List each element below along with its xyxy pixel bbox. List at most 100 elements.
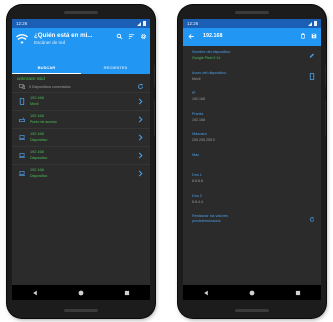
system-nav-bar — [12, 285, 150, 300]
detail-value: 8.8.8.8 — [192, 179, 203, 183]
device-list-item[interactable]: 192.168 Móvil — [12, 92, 150, 110]
app-bar: ¿Quién está en mi... Escáner de red BUSC… — [12, 28, 150, 74]
chevron-right-icon — [138, 116, 143, 123]
detail-label: Puerta — [192, 111, 204, 116]
phone-scan-screen: 12:26 ¿Quién está en mi... Escáner de re… — [7, 5, 155, 318]
chevron-right-icon — [138, 134, 143, 141]
app-bar: 192.168 — [183, 28, 321, 46]
detail-label: Nombre del dispositivo — [192, 50, 231, 54]
device-type: Dispositivo — [30, 156, 48, 160]
detail-gateway: Puerta 192.168 — [183, 108, 321, 129]
phone-detail-screen: 12:26 192.168 Nombre del dispositivo Goo… — [178, 5, 326, 318]
delete-icon[interactable] — [300, 33, 306, 39]
laptop-icon — [19, 153, 25, 158]
status-icons — [137, 21, 146, 26]
device-type: Dispositivo — [30, 174, 48, 178]
status-time: 12:26 — [187, 21, 199, 26]
app-subtitle: Escáner de red — [34, 40, 66, 45]
detail-mac: Mac — [183, 149, 321, 170]
tab-bar: BUSCAR RECIENTES — [12, 62, 150, 74]
detail-device-name[interactable]: Nombre del dispositivo Google Pixel 3 XL — [183, 46, 321, 67]
recents-nav-icon[interactable] — [295, 290, 301, 296]
device-type: Móvil — [30, 102, 39, 106]
device-type: Punto de acceso — [30, 120, 57, 124]
chevron-right-icon — [138, 152, 143, 159]
volume-button — [154, 100, 155, 136]
edit-icon[interactable] — [309, 52, 315, 59]
detail-label: Dns 2 — [192, 193, 202, 198]
detail-dns1: Dns 1 8.8.8.8 — [183, 169, 321, 190]
detail-value: 192.168 — [192, 117, 205, 122]
home-nav-icon[interactable] — [78, 290, 84, 296]
device-ip: 192.168 — [30, 168, 44, 172]
app-bar-actions — [300, 33, 317, 39]
detail-label: Mac — [192, 152, 200, 157]
device-ip: 192.168 — [30, 96, 44, 100]
device-list-item[interactable]: 192.168 Dispositivo — [12, 128, 150, 146]
device-list-item[interactable]: 192.168 Dispositivo — [12, 146, 150, 164]
device-ip: 192.168 — [30, 132, 44, 136]
back-nav-icon[interactable] — [203, 290, 209, 296]
detail-device-icon[interactable]: Icono del dispositivo Móvil — [183, 67, 321, 88]
router-icon — [19, 117, 25, 122]
detail-value: 192.168 — [192, 97, 205, 101]
device-title: 192.168 — [203, 33, 223, 39]
screen: 12:26 192.168 Nombre del dispositivo Goo… — [183, 19, 321, 300]
detail-value: Google Pixel 3 XL — [192, 56, 221, 60]
earpiece — [64, 11, 98, 14]
earpiece — [235, 11, 269, 14]
device-ip: 192.168 — [30, 150, 44, 154]
chevron-right-icon — [138, 98, 143, 105]
device-list-item[interactable]: 192.168 Punto de acceso — [12, 110, 150, 128]
phone-icon[interactable] — [309, 72, 315, 80]
bottom-speaker — [235, 309, 269, 312]
volume-button — [325, 100, 326, 136]
device-ip: 192.168 — [30, 114, 44, 118]
laptop-icon — [19, 135, 25, 140]
restore-defaults-row[interactable]: Restaurar los valores predeterminados — [183, 210, 321, 231]
detail-label: Restaurar los valores predeterminados — [192, 214, 228, 223]
network-summary: unknown ssid 5 Dispositivos conectados — [12, 74, 150, 92]
refresh-icon[interactable] — [137, 83, 144, 90]
detail-label: Máscara — [192, 132, 207, 136]
recents-nav-icon[interactable] — [124, 290, 130, 296]
detail-label: Dns 1 — [192, 173, 202, 177]
power-button — [325, 65, 326, 87]
wifi-icon — [16, 34, 28, 44]
save-icon[interactable] — [311, 33, 317, 39]
status-time: 12:26 — [16, 21, 28, 26]
detail-label: Icono del dispositivo — [192, 70, 227, 75]
gear-icon[interactable] — [140, 33, 147, 40]
devices-icon — [19, 84, 25, 89]
bottom-speaker — [64, 309, 98, 312]
app-bar-actions — [116, 33, 147, 40]
tab-recientes[interactable]: RECIENTES — [81, 62, 150, 74]
screen: 12:26 ¿Quién está en mi... Escáner de re… — [12, 19, 150, 300]
status-icons — [308, 21, 317, 26]
tab-buscar[interactable]: BUSCAR — [12, 62, 81, 74]
devices-count: 5 Dispositivos conectados — [29, 85, 71, 89]
app-title: ¿Quién está en mi... — [34, 32, 93, 39]
back-arrow-icon[interactable] — [188, 33, 195, 40]
search-icon[interactable] — [116, 33, 123, 40]
back-nav-icon[interactable] — [32, 290, 38, 296]
home-nav-icon[interactable] — [249, 290, 255, 296]
chevron-right-icon — [138, 170, 143, 177]
detail-dns2: Dns 2 8.8.4.4 — [183, 190, 321, 211]
phone-icon — [19, 98, 25, 105]
device-type: Dispositivo — [30, 138, 48, 142]
laptop-icon — [19, 171, 25, 176]
device-list-item[interactable]: 192.168 Dispositivo — [12, 164, 150, 182]
detail-mask: Máscara 255.255.255.0 — [183, 128, 321, 149]
detail-ip: IP 192.168 — [183, 87, 321, 108]
detail-value: 8.8.4.4 — [192, 199, 203, 204]
network-name: unknown ssid — [17, 76, 45, 81]
status-bar: 12:26 — [183, 19, 321, 28]
detail-value: Móvil — [192, 76, 201, 81]
detail-label: IP — [192, 91, 196, 95]
detail-value: 255.255.255.0 — [192, 138, 215, 142]
refresh-icon[interactable] — [309, 216, 315, 223]
power-button — [154, 65, 155, 87]
sort-icon[interactable] — [128, 33, 135, 40]
status-bar: 12:26 — [12, 19, 150, 28]
